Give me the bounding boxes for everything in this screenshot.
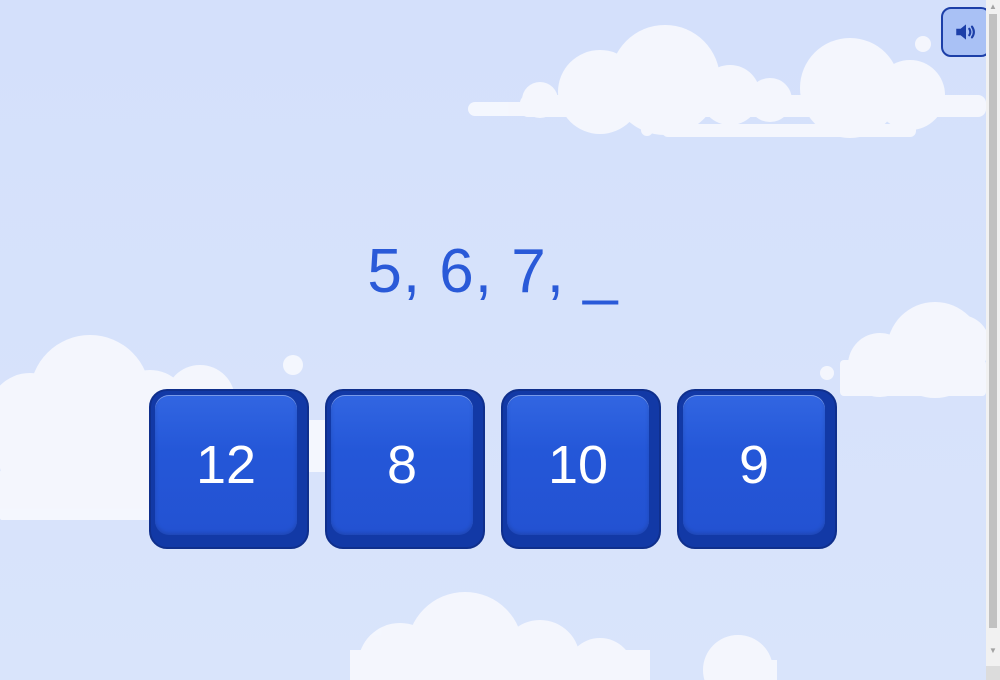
scroll-down-arrow[interactable]: ▼ bbox=[986, 644, 1000, 658]
cloud-background bbox=[0, 25, 986, 680]
answer-label: 8 bbox=[331, 395, 473, 535]
vertical-scrollbar[interactable]: ▲ ▼ bbox=[986, 0, 1000, 680]
answer-button-3[interactable]: 10 bbox=[501, 389, 661, 549]
answer-options: 12 8 10 9 bbox=[149, 389, 837, 549]
answer-button-1[interactable]: 12 bbox=[149, 389, 309, 549]
sound-button[interactable] bbox=[941, 7, 986, 57]
game-stage: 5, 6, 7, _ 12 8 10 9 bbox=[0, 0, 986, 680]
scroll-thumb[interactable] bbox=[989, 14, 997, 628]
answer-button-4[interactable]: 9 bbox=[677, 389, 837, 549]
scroll-up-arrow[interactable]: ▲ bbox=[986, 0, 1000, 14]
scrollbar-corner bbox=[986, 666, 1000, 680]
answer-label: 12 bbox=[155, 395, 297, 535]
answer-label: 9 bbox=[683, 395, 825, 535]
speaker-icon bbox=[956, 24, 975, 40]
answer-label: 10 bbox=[507, 395, 649, 535]
sequence-question: 5, 6, 7, _ bbox=[367, 237, 619, 306]
answer-button-2[interactable]: 8 bbox=[325, 389, 485, 549]
